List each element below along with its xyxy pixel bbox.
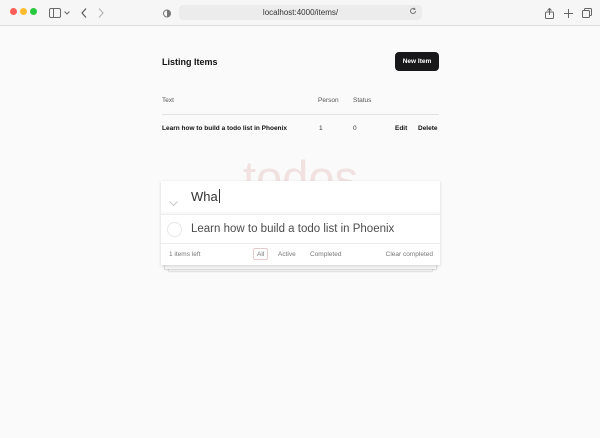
new-tab-icon[interactable] xyxy=(564,5,573,21)
filter-active[interactable]: Active xyxy=(274,248,300,260)
clear-completed-button[interactable]: Clear completed xyxy=(386,251,433,258)
delete-link[interactable]: Delete xyxy=(418,125,438,132)
table-cell-status: 0 xyxy=(353,125,357,132)
new-todo-input[interactable]: Wha xyxy=(191,189,220,204)
table-cell-person: 1 xyxy=(319,125,323,132)
filter-completed[interactable]: Completed xyxy=(306,248,345,260)
browser-toolbar: localhost:4000/items/ xyxy=(0,0,600,26)
shield-icon[interactable] xyxy=(163,5,171,21)
column-header-person: Person xyxy=(318,97,339,104)
minimize-window-button[interactable] xyxy=(20,8,27,15)
back-icon[interactable] xyxy=(81,5,87,21)
toggle-all-chevron-icon[interactable] xyxy=(169,194,178,212)
new-todo-value: Wha xyxy=(191,189,218,204)
sidebar-icon[interactable] xyxy=(49,5,61,21)
new-todo-row: Wha xyxy=(161,181,440,215)
forward-icon[interactable] xyxy=(98,5,104,21)
text-cursor xyxy=(218,189,220,203)
todo-item: Learn how to build a todo list in Phoeni… xyxy=(161,216,440,244)
column-header-status: Status xyxy=(353,97,372,104)
items-left-count: 1 items left xyxy=(169,251,201,258)
todo-item-label[interactable]: Learn how to build a todo list in Phoeni… xyxy=(191,223,394,235)
address-bar[interactable]: localhost:4000/items/ xyxy=(179,5,422,20)
url-text: localhost:4000/items/ xyxy=(262,8,339,17)
page-title: Listing Items xyxy=(162,57,218,67)
page-content: Listing Items New Item Text Person Statu… xyxy=(0,27,600,438)
close-window-button[interactable] xyxy=(10,8,17,15)
edit-link[interactable]: Edit xyxy=(395,125,407,132)
todo-app: Wha Learn how to build a todo list in Ph… xyxy=(161,181,440,265)
filter-all[interactable]: All xyxy=(253,248,269,260)
table-divider xyxy=(162,114,439,115)
todo-footer: 1 items left All Active Completed Clear … xyxy=(161,244,440,265)
reload-icon[interactable] xyxy=(409,7,417,17)
column-header-text: Text xyxy=(162,97,174,104)
zoom-window-button[interactable] xyxy=(30,8,37,15)
new-item-button[interactable]: New Item xyxy=(395,52,439,71)
tabs-overview-icon[interactable] xyxy=(582,5,592,21)
todo-complete-checkbox[interactable] xyxy=(167,222,182,237)
table-cell-text: Learn how to build a todo list in Phoeni… xyxy=(162,125,287,132)
chevron-down-icon[interactable] xyxy=(64,5,70,21)
share-icon[interactable] xyxy=(545,5,554,21)
